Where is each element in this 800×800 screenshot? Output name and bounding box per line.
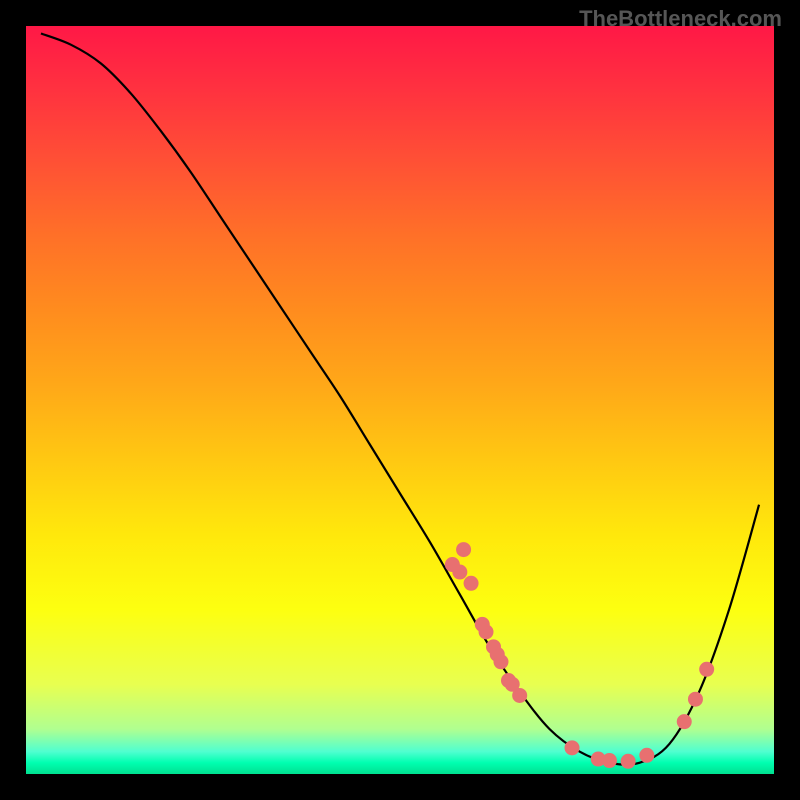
chart-scatter-point [621, 754, 636, 769]
chart-scatter-point [452, 565, 467, 580]
chart-scatter-point [565, 740, 580, 755]
chart-scatter-point [677, 714, 692, 729]
chart-scatter-point [493, 654, 508, 669]
chart-plot-area [26, 26, 774, 774]
chart-scatter-point [456, 542, 471, 557]
chart-scatter-point [602, 753, 617, 768]
chart-scatter-point [464, 576, 479, 591]
chart-scatter-point [688, 692, 703, 707]
chart-scatter-point [479, 624, 494, 639]
chart-scatter-group [445, 542, 714, 769]
chart-scatter-point [639, 748, 654, 763]
chart-scatter-point [512, 688, 527, 703]
chart-curve [41, 33, 759, 764]
chart-overlay-svg [26, 26, 774, 774]
chart-scatter-point [699, 662, 714, 677]
watermark-text: TheBottleneck.com [579, 6, 782, 32]
